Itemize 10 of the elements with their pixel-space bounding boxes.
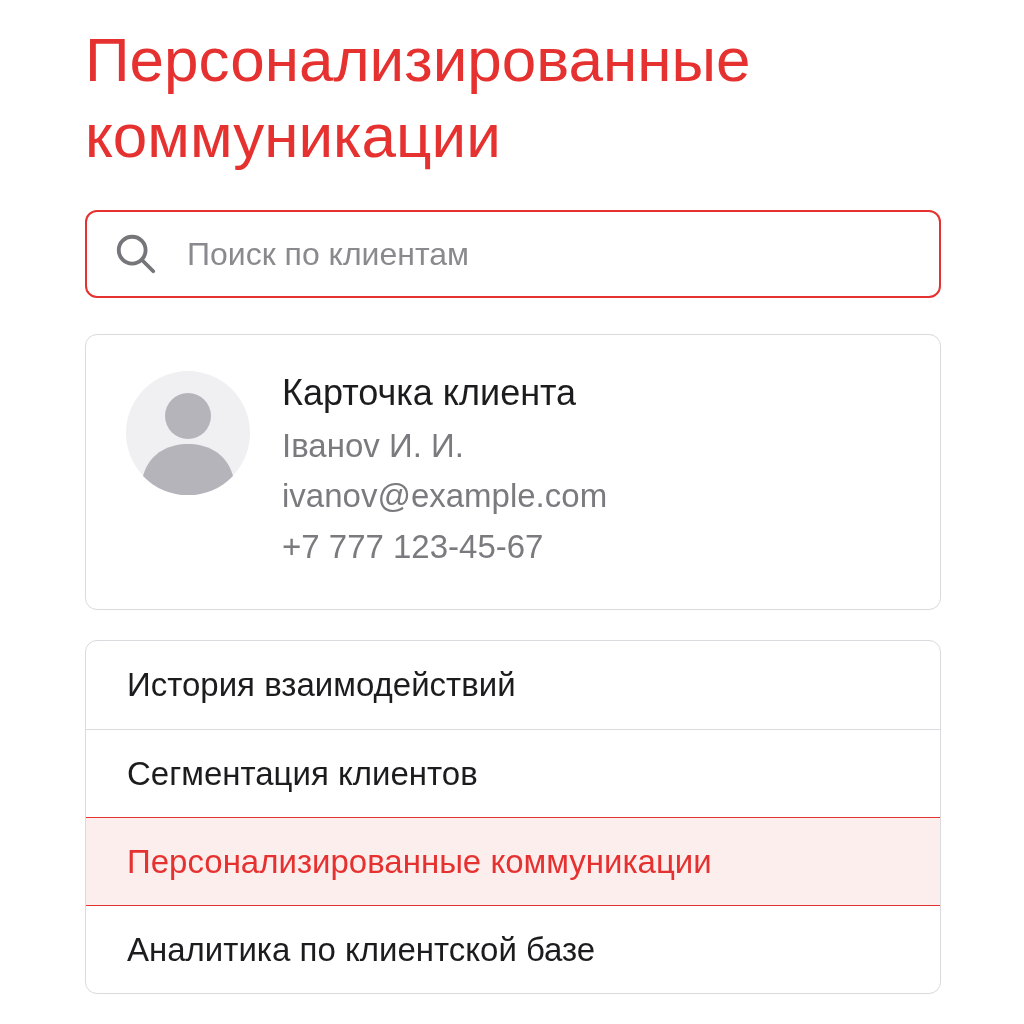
menu-item[interactable]: История взаимодействий [86, 641, 940, 729]
menu-item[interactable]: Аналитика по клиентской базе [86, 905, 940, 993]
avatar-icon [126, 371, 250, 495]
client-phone: +7 777 123-45-67 [282, 527, 545, 567]
search-field[interactable]: Поиск по клиентам [85, 210, 941, 298]
menu-item[interactable]: Персонализированные коммуникации [86, 817, 940, 905]
client-email: ivanov@example.com [282, 476, 608, 516]
client-name: Iванov И. И. [282, 426, 465, 466]
card-heading: Карточка клиента [282, 371, 578, 415]
page-title: Персонализированные коммуникации [85, 24, 752, 172]
